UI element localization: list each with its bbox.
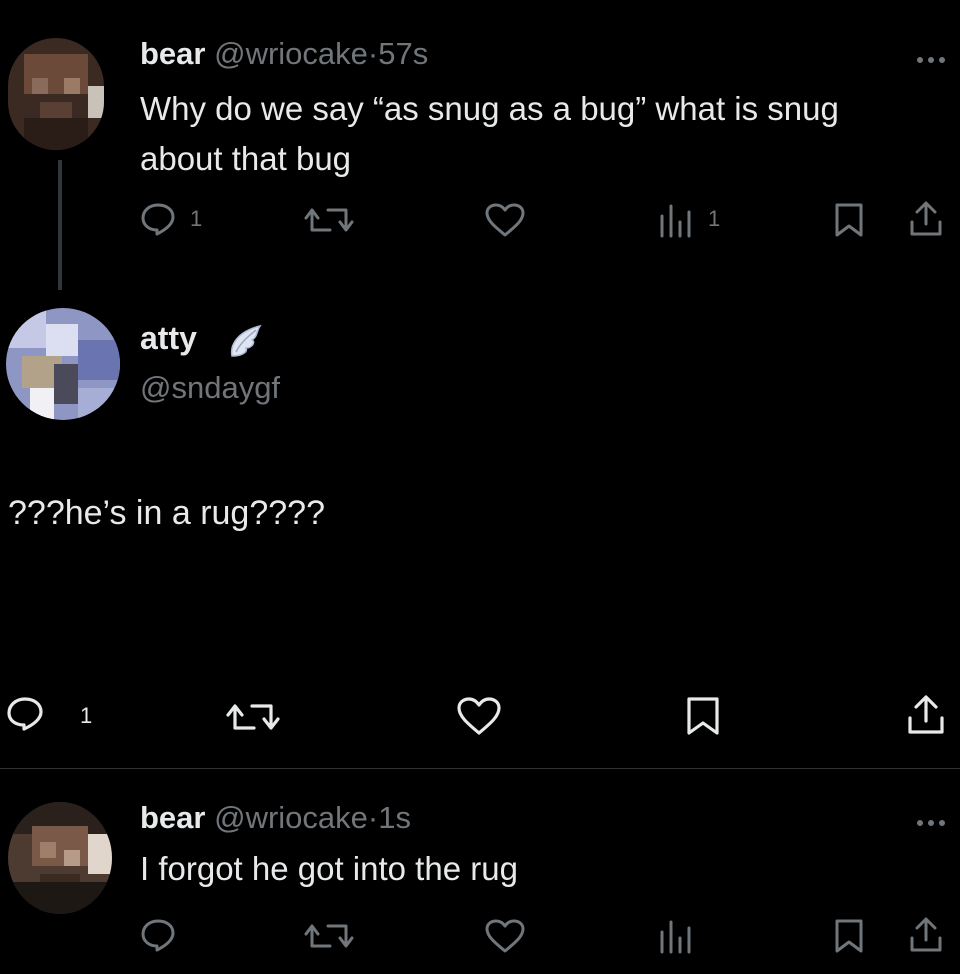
handle[interactable]: @wriocake bbox=[214, 800, 368, 835]
more-icon[interactable] bbox=[916, 815, 946, 826]
views-count: 1 bbox=[708, 206, 721, 231]
tweet-text-line: Why do we say “as snug as a bug” what is… bbox=[140, 90, 839, 127]
reply-icon[interactable] bbox=[140, 918, 176, 952]
retweet-icon[interactable] bbox=[300, 920, 358, 952]
bookmark-icon[interactable] bbox=[834, 918, 864, 954]
like-icon[interactable] bbox=[484, 918, 526, 954]
bookmark-icon[interactable] bbox=[686, 696, 720, 736]
separator: · bbox=[367, 800, 379, 835]
avatar[interactable] bbox=[8, 38, 104, 150]
tweet-text: I forgot he got into the rug bbox=[140, 850, 518, 887]
thread-line bbox=[58, 160, 62, 290]
views-icon bbox=[660, 204, 691, 238]
timestamp[interactable]: 1s bbox=[378, 800, 411, 835]
reply-icon bbox=[141, 203, 175, 236]
avatar[interactable] bbox=[6, 308, 120, 420]
reply-count: 1 bbox=[190, 206, 203, 231]
share-icon[interactable] bbox=[908, 200, 944, 238]
tweet-text-line: about that bug bbox=[140, 140, 352, 177]
share-icon[interactable] bbox=[908, 916, 944, 954]
reply-icon bbox=[7, 697, 43, 731]
retweet-icon[interactable] bbox=[300, 204, 358, 236]
reply-count: 1 bbox=[80, 703, 93, 728]
tweet-text: ???he’s in a rug???? bbox=[8, 494, 325, 532]
bookmark-icon[interactable] bbox=[834, 202, 864, 238]
retweet-icon[interactable] bbox=[222, 700, 284, 734]
like-icon[interactable] bbox=[484, 202, 526, 238]
avatar[interactable] bbox=[8, 802, 112, 914]
like-icon[interactable] bbox=[456, 696, 502, 736]
separator: · bbox=[367, 36, 379, 71]
display-name[interactable]: atty bbox=[140, 320, 197, 356]
timestamp[interactable]: 57s bbox=[378, 36, 428, 71]
views-icon[interactable] bbox=[658, 918, 692, 954]
handle[interactable]: @sndaygf bbox=[140, 370, 280, 406]
more-icon[interactable] bbox=[916, 52, 946, 63]
display-name[interactable]: bear bbox=[140, 800, 205, 835]
angel-wing-icon bbox=[230, 324, 262, 357]
display-name[interactable]: bear bbox=[140, 36, 205, 71]
share-icon[interactable] bbox=[906, 694, 946, 736]
divider bbox=[0, 768, 960, 769]
handle[interactable]: @wriocake bbox=[214, 36, 368, 71]
